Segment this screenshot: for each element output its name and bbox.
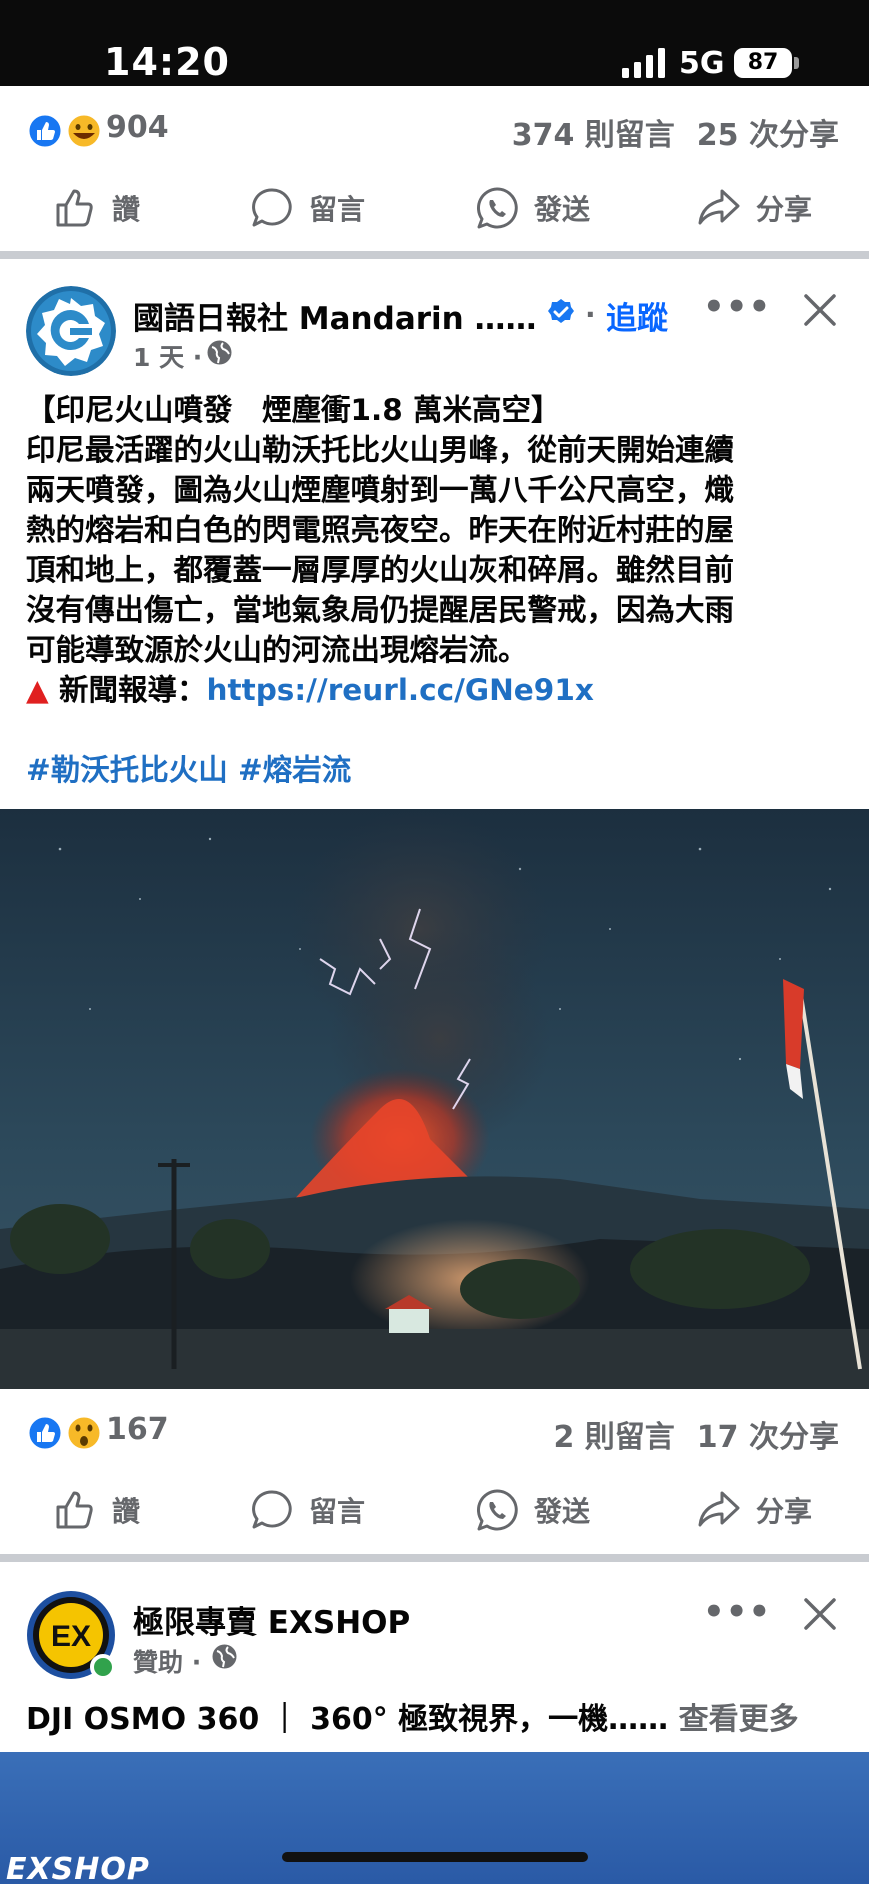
send-label: 發送: [534, 193, 591, 226]
share-arrow-icon: [698, 189, 740, 225]
warning-triangle-icon: ▲: [26, 673, 49, 707]
post-body: 【印尼火山噴發 煙塵衝1.8 萬米高空】 印尼最活躍的火山勒沃托比火山男峰，從前…: [26, 390, 846, 790]
comment-label: 留言: [309, 1495, 366, 1528]
reaction-icons[interactable]: [26, 1414, 102, 1452]
post-reaction-bar: 167 2 則留言 17 次分享: [0, 1390, 869, 1470]
prev-post-reaction-bar: 904 374 則留言 25 次分享: [0, 88, 869, 168]
like-button[interactable]: 讚: [52, 1470, 140, 1550]
share-count[interactable]: 17 次分享: [697, 1420, 839, 1455]
whatsapp-icon: [477, 187, 518, 229]
reaction-count[interactable]: 167: [106, 1412, 169, 1447]
globe-icon: [212, 1644, 237, 1669]
post-text-line: 兩天噴發，圖為火山煙塵噴射到一萬八千公尺高空，熾: [26, 473, 735, 507]
reaction-icons[interactable]: [26, 112, 102, 150]
post-text-line: 印尼最活躍的火山勒沃托比火山男峰，從前天開始連續: [26, 433, 735, 467]
status-bar: 14:20 5G 87: [0, 0, 869, 86]
share-arrow-icon: [698, 1491, 740, 1527]
dot-separator: ·: [585, 298, 596, 331]
feed-separator: [0, 1554, 869, 1562]
ad-headline-text: DJI OSMO 360 ｜ 360° 極致視界，一機……: [26, 1702, 669, 1737]
thumbs-up-icon: [56, 1491, 93, 1529]
like-label: 讚: [112, 1495, 141, 1528]
like-label: 讚: [112, 193, 141, 226]
follow-button[interactable]: 追蹤: [606, 293, 668, 338]
share-button[interactable]: 分享: [696, 1470, 812, 1550]
comment-count[interactable]: 2 則留言: [553, 1420, 674, 1455]
close-icon[interactable]: [800, 1594, 840, 1634]
news-label: 新聞報導：: [58, 673, 207, 707]
comment-icon: [252, 1490, 292, 1529]
post-text-line: 頂和地上，都覆蓋一層厚厚的火山灰和碎屑。雖然目前: [26, 553, 735, 587]
advertiser-name[interactable]: 極限專賣 EXSHOP: [133, 1597, 410, 1642]
post-text-line: 【印尼火山噴發 煙塵衝1.8 萬米高空】: [26, 393, 561, 427]
comment-count[interactable]: 374 則留言: [512, 118, 675, 153]
comment-icon: [252, 188, 292, 227]
more-options-icon[interactable]: •••: [703, 1592, 771, 1632]
post-text-line: 熱的熔岩和白色的閃電照亮夜空。昨天在附近村莊的屋: [26, 513, 735, 547]
page-avatar[interactable]: [26, 286, 116, 376]
comment-button[interactable]: 留言: [249, 1470, 365, 1550]
prev-post-action-bar: 讚 留言 發送 分享: [0, 168, 869, 248]
close-icon[interactable]: [800, 290, 840, 330]
thumbs-up-icon: [56, 189, 93, 227]
post-action-bar: 讚 留言 發送 分享: [0, 1470, 869, 1550]
share-label: 分享: [756, 193, 813, 226]
share-count[interactable]: 25 次分享: [697, 118, 839, 153]
svg-text:EX: EX: [51, 1620, 91, 1653]
share-label: 分享: [756, 1495, 813, 1528]
sponsored-label[interactable]: 贊助 ·: [133, 1643, 201, 1679]
globe-icon: [207, 340, 232, 365]
feed-separator: [0, 251, 869, 259]
network-type: 5G: [679, 46, 725, 81]
battery-icon: 87: [734, 48, 792, 78]
news-link[interactable]: https://reurl.cc/GNe91x: [206, 673, 593, 707]
volcano-eruption-photo[interactable]: [0, 809, 869, 1389]
post-time[interactable]: 1 天 ·: [133, 338, 202, 374]
whatsapp-icon: [477, 1489, 518, 1531]
share-button[interactable]: 分享: [696, 168, 812, 248]
send-label: 發送: [534, 1495, 591, 1528]
more-options-icon[interactable]: •••: [703, 287, 771, 327]
battery-tip: [794, 57, 799, 69]
post-text-line: 可能導致源於火山的河流出現熔岩流。: [26, 633, 528, 667]
page-name[interactable]: 國語日報社 Mandarin ……: [133, 293, 537, 338]
hashtags[interactable]: #勒沃托比火山 #熔岩流: [26, 750, 846, 790]
ad-banner-image[interactable]: EXSHOP: [0, 1752, 869, 1884]
comment-label: 留言: [309, 193, 366, 226]
verified-badge-icon: [548, 299, 574, 323]
status-time: 14:20: [104, 40, 230, 84]
post-text-line: 沒有傳出傷亡，當地氣象局仍提醒居民警戒，因為大雨: [26, 593, 735, 627]
advertiser-avatar[interactable]: EX: [26, 1590, 116, 1680]
send-button[interactable]: 發送: [474, 168, 590, 248]
home-indicator[interactable]: [282, 1852, 588, 1862]
like-button[interactable]: 讚: [52, 168, 140, 248]
news-line: ▲ 新聞報導：https://reurl.cc/GNe91x: [26, 670, 846, 710]
comment-button[interactable]: 留言: [249, 168, 365, 248]
reaction-count[interactable]: 904: [106, 110, 169, 145]
signal-icon: [622, 48, 665, 78]
ad-banner-brand: EXSHOP: [6, 1852, 150, 1884]
ad-headline: DJI OSMO 360 ｜ 360° 極致視界，一機…… 查看更多: [26, 1694, 799, 1738]
see-more-link[interactable]: 查看更多: [679, 1702, 799, 1737]
send-button[interactable]: 發送: [474, 1470, 590, 1550]
